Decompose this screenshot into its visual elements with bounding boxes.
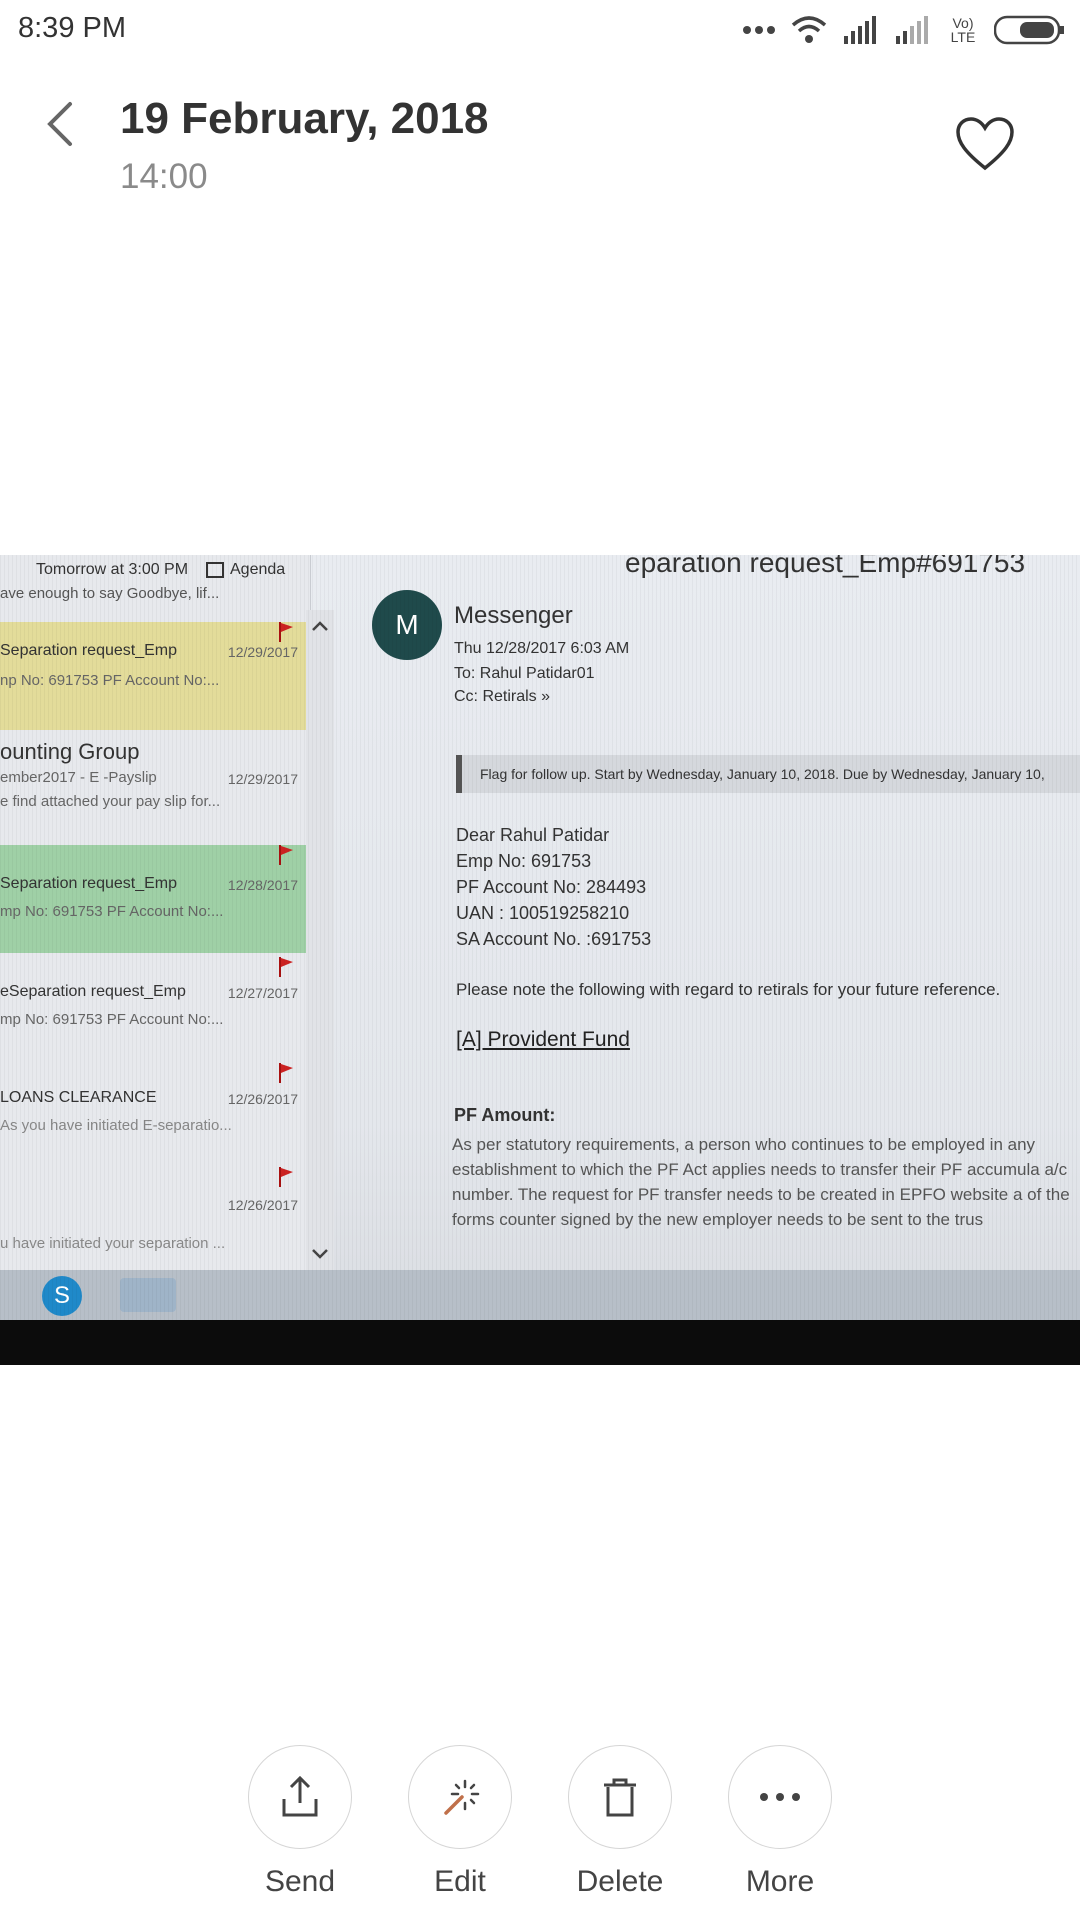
list-item-preview: ave enough to say Goodbye, lif... <box>0 585 220 602</box>
mail-list-pane: Tomorrow at 3:00 PM Agenda ave enough to… <box>0 555 311 1270</box>
list-item: 12/26/2017 u have initiated your separat… <box>0 1167 308 1275</box>
list-item: LOANS CLEARANCE 12/26/2017 As you have i… <box>0 1063 308 1171</box>
email-body-line: Emp No: 691753 <box>456 851 592 871</box>
more-button[interactable]: More <box>728 1745 832 1899</box>
flag-icon <box>278 1063 294 1083</box>
email-cc: Cc: Retirals » <box>454 688 551 705</box>
list-item: Separation request_Emp 12/28/2017 mp No:… <box>0 845 308 953</box>
flag-icon <box>278 622 294 642</box>
taskbar: S <box>0 1270 1080 1320</box>
agenda-label: Agenda <box>206 561 285 579</box>
photo-date-title: 19 February, 2018 <box>120 94 489 143</box>
chevron-up-icon <box>312 621 328 631</box>
email-paragraph: As per statutory requirements, a person … <box>452 1135 1070 1229</box>
mail-list-scrollbar <box>306 610 334 1270</box>
email-note: Please note the following with regard to… <box>456 980 1001 999</box>
more-label: More <box>745 1865 815 1898</box>
share-icon <box>282 1775 318 1817</box>
list-item: Separation request_Emp 12/29/2017 np No:… <box>0 622 308 730</box>
email-body-line: SA Account No. :691753 <box>456 929 652 949</box>
edit-button[interactable]: Edit <box>408 1745 512 1899</box>
email-body-line: UAN : 100519258210 <box>456 903 630 923</box>
skype-icon: S <box>42 1276 82 1316</box>
email-sender: Messenger <box>454 602 573 629</box>
back-button[interactable] <box>40 100 80 148</box>
battery-icon <box>994 15 1066 45</box>
flag-icon <box>278 957 294 977</box>
status-time: 8:39 PM <box>18 12 126 44</box>
calendar-icon <box>206 561 224 578</box>
send-button[interactable]: Send <box>248 1745 352 1899</box>
delete-label: Delete <box>576 1865 664 1898</box>
photo-viewer-image[interactable]: eparation request_Emp#691753 Tomorrow at… <box>0 555 1080 1365</box>
email-sent-time: Thu 12/28/2017 6:03 AM <box>454 640 630 657</box>
email-to: To: Rahul Patidar01 <box>454 665 595 682</box>
email-section-heading: [A] Provident Fund <box>456 1028 630 1051</box>
status-icons: Vo) LTE <box>742 14 1066 46</box>
signal-strength-weak-icon <box>894 16 932 44</box>
volte-label: Vo) LTE <box>950 15 976 45</box>
delete-button[interactable]: Delete <box>568 1745 672 1899</box>
app-window-icon <box>120 1278 176 1312</box>
flag-icon <box>278 1167 294 1187</box>
favorite-button[interactable] <box>955 116 1015 172</box>
avatar: M <box>372 590 442 660</box>
status-bar: 8:39 PM Vo) LTE <box>0 0 1080 60</box>
flag-icon <box>278 845 294 865</box>
chevron-down-icon <box>312 1249 328 1259</box>
pf-amount-label: PF Amount: <box>454 1105 556 1125</box>
chevron-left-icon <box>47 102 72 146</box>
signal-strength-icon <box>842 16 880 44</box>
wifi-icon <box>790 15 828 45</box>
email-reading-pane: M Messenger Thu 12/28/2017 6:03 AM To: R… <box>340 555 1080 1270</box>
magic-wand-icon <box>444 1779 480 1815</box>
edit-label: Edit <box>434 1865 486 1898</box>
more-notifications-icon <box>742 25 776 35</box>
email-body-line: Dear Rahul Patidar <box>456 825 610 845</box>
more-dots-icon <box>760 1793 800 1801</box>
send-label: Send <box>264 1865 336 1898</box>
follow-up-banner: Flag for follow up. Start by Wednesday, … <box>456 755 1080 793</box>
monitor-bezel <box>0 1320 1080 1365</box>
list-item: ounting Group 12/29/2017 ember2017 - E -… <box>0 739 298 810</box>
email-body-line: PF Account No: 284493 <box>456 877 647 897</box>
list-item: eSeparation request_Emp 12/27/2017 mp No… <box>0 957 308 1065</box>
heart-icon <box>956 117 1014 171</box>
agenda-time: Tomorrow at 3:00 PM <box>36 561 189 578</box>
trash-icon <box>604 1778 636 1817</box>
photo-time: 14:00 <box>120 157 208 196</box>
